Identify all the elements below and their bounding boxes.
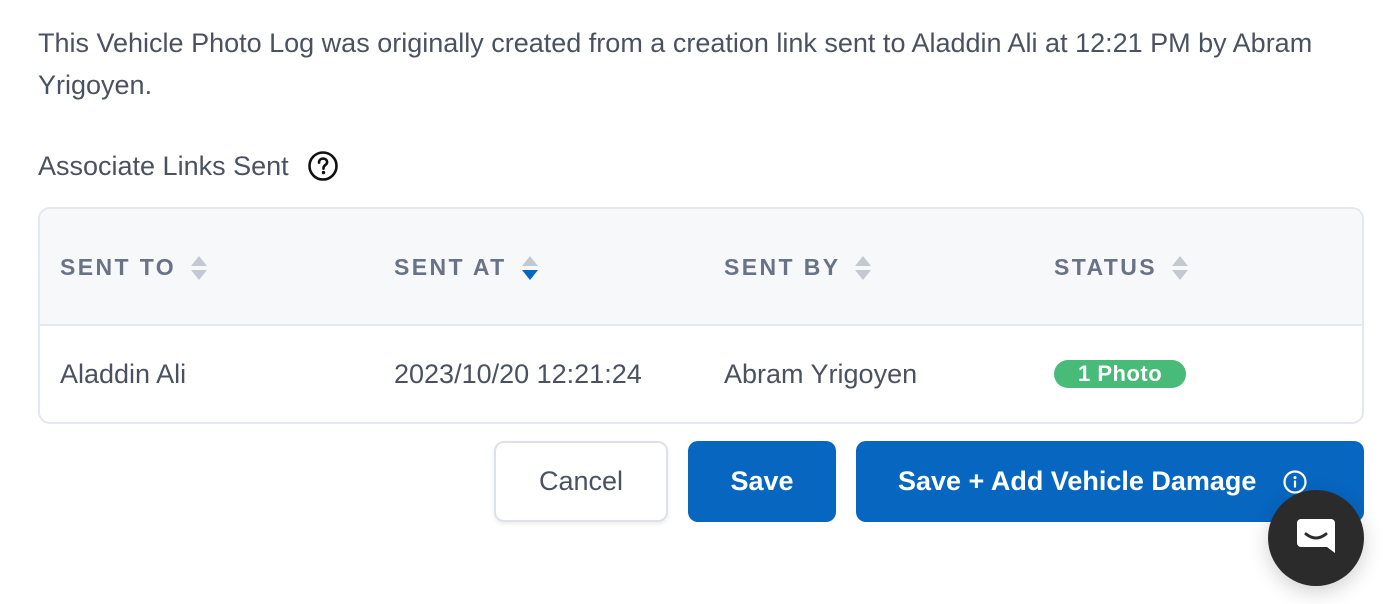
cell-sent-to: Aladdin Ali: [60, 358, 187, 389]
column-header-status[interactable]: STATUS: [1054, 209, 1189, 326]
save-button[interactable]: Save: [688, 441, 836, 522]
chat-bubble-icon: [1293, 513, 1339, 564]
section-title: Associate Links Sent: [38, 150, 289, 181]
status-badge: 1 Photo: [1054, 360, 1187, 388]
save-add-vehicle-damage-label: Save + Add Vehicle Damage: [898, 466, 1257, 496]
sort-descending-icon[interactable]: [521, 255, 539, 281]
associate-links-table: SENT TO SENT AT SENT BY STATUS Aladdin A…: [38, 207, 1364, 424]
cell-sent-by: Abram Yrigoyen: [724, 358, 918, 389]
question-circle-icon[interactable]: [307, 150, 339, 182]
table-header: SENT TO SENT AT SENT BY STATUS: [40, 209, 1362, 326]
intro-text: This Vehicle Photo Log was originally cr…: [38, 28, 1313, 100]
cell-sent-at: 2023/10/20 12:21:24: [394, 358, 642, 389]
sort-icon[interactable]: [854, 255, 872, 281]
sort-icon[interactable]: [190, 255, 208, 281]
column-header-sent-to[interactable]: SENT TO: [60, 209, 208, 326]
chat-launcher-button[interactable]: [1268, 490, 1364, 586]
sort-icon[interactable]: [1171, 255, 1189, 281]
column-header-sent-at[interactable]: SENT AT: [394, 209, 539, 326]
cell-status: 1 Photo: [1054, 326, 1187, 422]
table-row: Aladdin Ali 2023/10/20 12:21:24 Abram Yr…: [40, 326, 1362, 422]
section-header: Associate Links Sent: [38, 148, 339, 184]
column-header-sent-by[interactable]: SENT BY: [724, 209, 872, 326]
cancel-button[interactable]: Cancel: [494, 441, 668, 522]
